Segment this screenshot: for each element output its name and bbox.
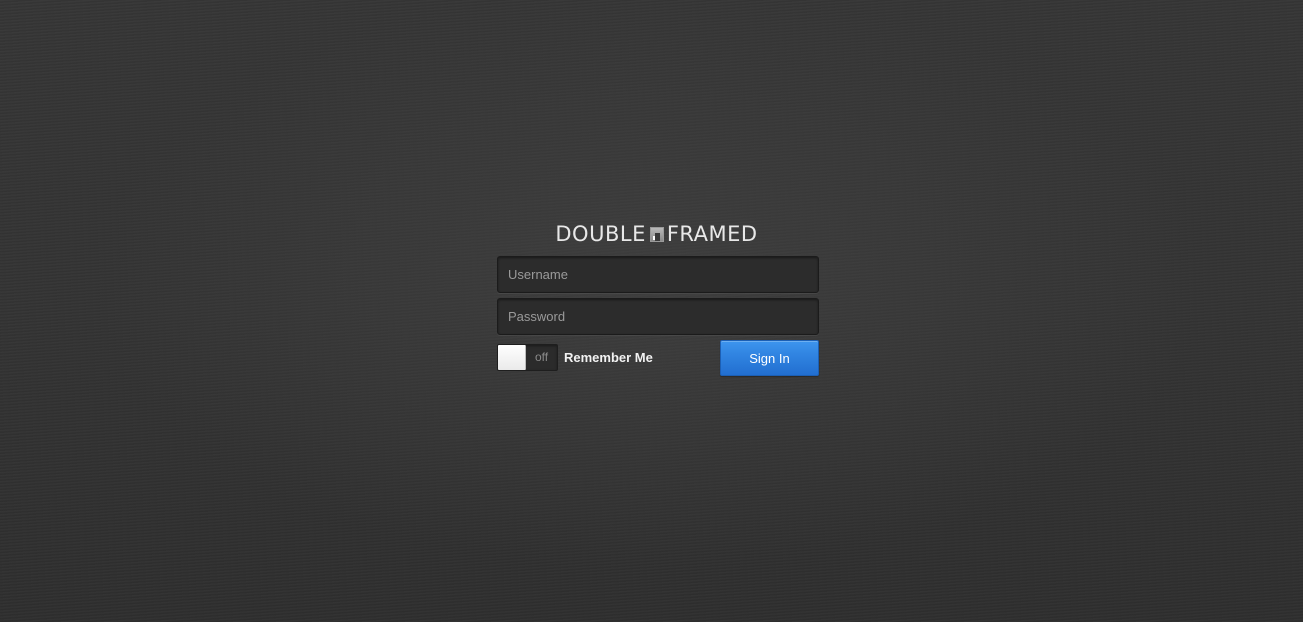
remember-me-label[interactable]: Remember Me	[564, 350, 653, 365]
logo: DOUBLE FRAMED	[494, 222, 819, 246]
toggle-knob[interactable]	[498, 345, 526, 370]
toggle-state-label: off	[534, 350, 549, 364]
framed-picture-icon	[649, 226, 664, 242]
logo-text-right: FRAMED	[666, 222, 758, 246]
username-input[interactable]	[497, 256, 819, 293]
remember-me-toggle[interactable]: off	[497, 344, 558, 371]
password-input[interactable]	[497, 298, 819, 335]
logo-text-left: DOUBLE	[555, 222, 646, 246]
login-panel: DOUBLE FRAMED off Remember Me Sign In	[497, 222, 819, 378]
login-actions-row: off Remember Me Sign In	[497, 340, 819, 378]
sign-in-button[interactable]: Sign In	[720, 340, 819, 376]
